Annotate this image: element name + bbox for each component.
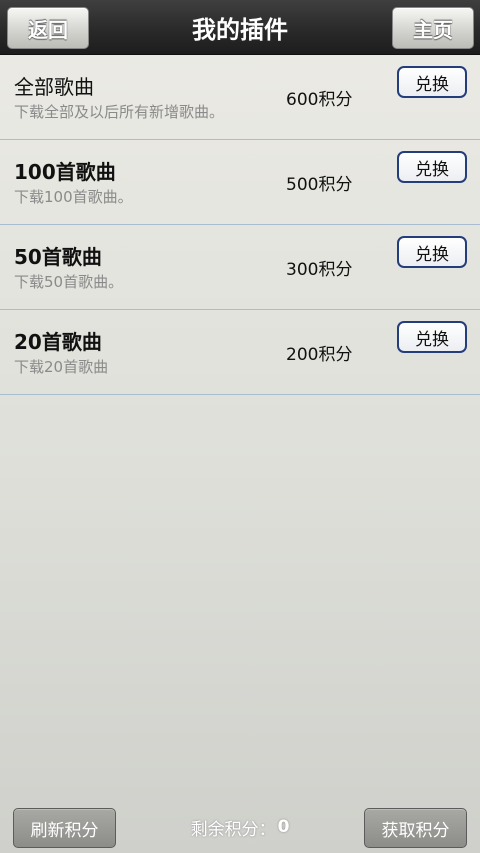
item-description: 下载50首歌曲。 (14, 273, 124, 291)
item-description: 下载100首歌曲。 (14, 188, 133, 206)
remaining-points-label: 剩余积分： (190, 819, 276, 840)
plugin-list: 全部歌曲 下载全部及以后所有新增歌曲。 600积分 兑换 100首歌曲 下载10… (0, 55, 480, 395)
item-points: 300积分 (286, 260, 353, 280)
redeem-button[interactable]: 兑换 (397, 236, 467, 268)
list-item: 全部歌曲 下载全部及以后所有新增歌曲。 600积分 兑换 (0, 55, 480, 140)
refresh-points-button[interactable]: 刷新积分 (13, 808, 116, 848)
redeem-button[interactable]: 兑换 (397, 151, 467, 183)
item-title: 20首歌曲 (14, 330, 102, 354)
back-button[interactable]: 返回 (7, 7, 89, 49)
redeem-button[interactable]: 兑换 (397, 321, 467, 353)
item-points: 600积分 (286, 90, 353, 110)
item-title: 全部歌曲 (14, 75, 94, 99)
item-title: 100首歌曲 (14, 160, 116, 184)
item-title: 50首歌曲 (14, 245, 102, 269)
redeem-button[interactable]: 兑换 (397, 66, 467, 98)
item-points: 500积分 (286, 175, 353, 195)
item-points: 200积分 (286, 345, 353, 365)
home-button[interactable]: 主页 (392, 7, 474, 49)
list-item: 50首歌曲 下载50首歌曲。 300积分 兑换 (0, 225, 480, 310)
top-bar: 返回 我的插件 主页 (0, 0, 480, 55)
remaining-points-value: 0 (277, 817, 290, 837)
get-points-button[interactable]: 获取积分 (364, 808, 467, 848)
remaining-points: 剩余积分： 0 (160, 814, 320, 840)
item-description: 下载全部及以后所有新增歌曲。 (14, 103, 225, 121)
list-item: 20首歌曲 下载20首歌曲 200积分 兑换 (0, 310, 480, 395)
page-title: 我的插件 (192, 15, 288, 44)
list-item: 100首歌曲 下载100首歌曲。 500积分 兑换 (0, 140, 480, 225)
item-description: 下载20首歌曲 (14, 358, 109, 376)
